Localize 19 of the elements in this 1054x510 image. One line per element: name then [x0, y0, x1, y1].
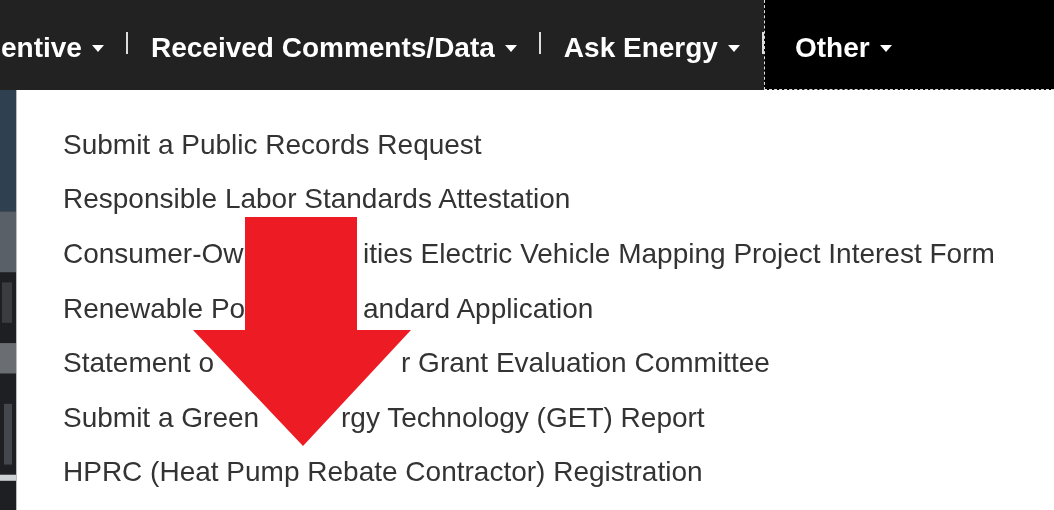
menu-item[interactable]: ities Electric Vehicle Mapping Project Interest Form [363, 237, 995, 272]
caret-icon [879, 44, 892, 52]
nav-menu-item[interactable]: Ask Energy [540, 8, 762, 90]
nav-menu-item[interactable]: entive [0, 8, 126, 90]
caret-icon [727, 44, 740, 52]
menu-item[interactable]: Statement o [63, 346, 214, 381]
menu-item[interactable]: HPRC (Heat Pump Rebate Contractor) Registration [63, 455, 703, 490]
menu-item[interactable]: Consumer-Ow [63, 237, 244, 272]
menu-item[interactable]: Submit a Green [63, 400, 260, 435]
nav-menu-item[interactable]: Other [763, 0, 1054, 90]
nav-menu-item[interactable]: Received Comments/Data [127, 8, 539, 90]
menu-item[interactable]: rgy Technology (GET) Report [341, 400, 705, 435]
menu-item[interactable]: Renewable Po [63, 291, 246, 326]
menu-item[interactable]: r Grant Evaluation Committee [401, 346, 770, 381]
menu-item[interactable]: andard Application [363, 291, 594, 326]
menu-item[interactable]: Submit a Public Records Request [63, 127, 482, 162]
caret-icon [504, 44, 517, 52]
menu-item[interactable]: Responsible Labor Standards Attestation [63, 182, 571, 217]
caret-icon [91, 44, 104, 52]
